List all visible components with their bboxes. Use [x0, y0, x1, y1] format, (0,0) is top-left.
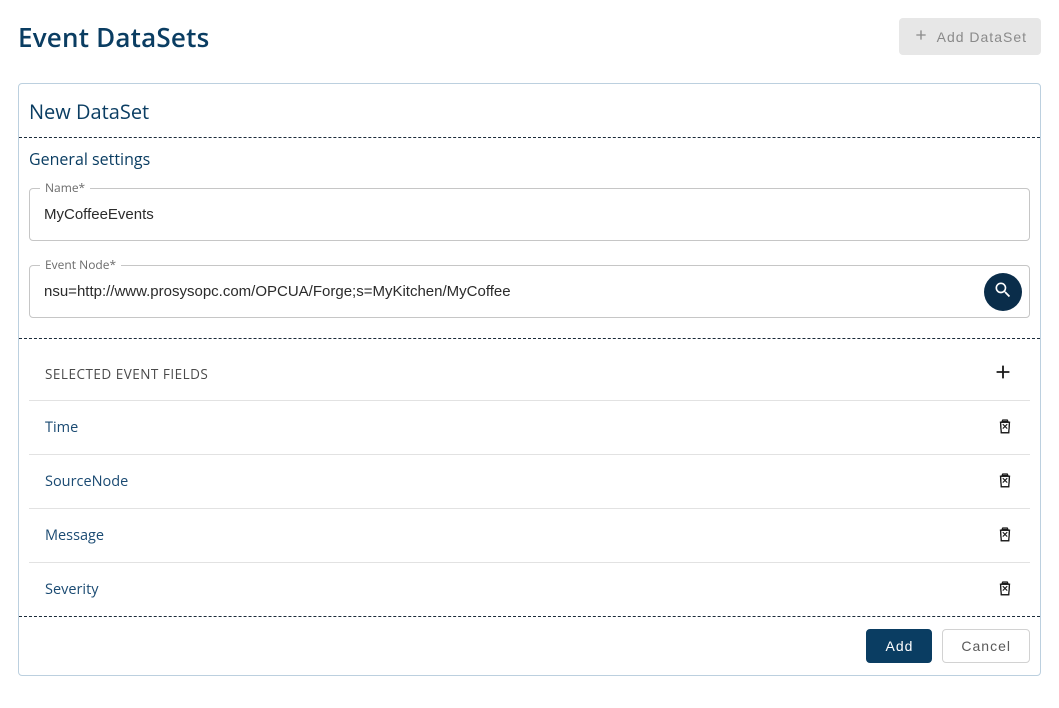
add-dataset-label: Add DataSet	[937, 29, 1027, 45]
plus-icon	[992, 361, 1014, 386]
name-field-wrapper: Name*	[29, 188, 1030, 241]
delete-field-button[interactable]	[996, 578, 1014, 601]
delete-field-button[interactable]	[996, 416, 1014, 439]
event-node-label: Event Node*	[40, 256, 121, 273]
event-field-row: SourceNode	[29, 455, 1030, 509]
trash-icon	[996, 416, 1014, 439]
name-input[interactable]	[29, 188, 1030, 241]
delete-field-button[interactable]	[996, 470, 1014, 493]
event-field-row: Severity	[29, 563, 1030, 616]
add-dataset-button[interactable]: Add DataSet	[899, 18, 1041, 55]
panel-title: New DataSet	[19, 84, 1040, 138]
event-field-row: Time	[29, 401, 1030, 455]
trash-icon	[996, 578, 1014, 601]
event-node-field-wrapper: Event Node*	[29, 265, 1030, 318]
event-field-name: Severity	[45, 580, 99, 599]
trash-icon	[996, 470, 1014, 493]
page-title: Event DataSets	[18, 19, 209, 55]
add-button[interactable]: Add	[866, 629, 932, 663]
name-label: Name*	[40, 179, 90, 196]
selected-event-fields-title: SELECTED EVENT FIELDS	[45, 365, 208, 383]
event-field-name: Time	[45, 418, 78, 437]
trash-icon	[996, 524, 1014, 547]
general-settings-section: General settings Name* Event Node*	[19, 138, 1040, 339]
event-field-name: Message	[45, 526, 104, 545]
panel-footer: Add Cancel	[19, 616, 1040, 675]
event-node-input[interactable]	[29, 265, 1030, 318]
browse-node-button[interactable]	[984, 273, 1022, 311]
new-dataset-panel: New DataSet General settings Name* Event…	[18, 83, 1041, 676]
event-field-name: SourceNode	[45, 472, 128, 491]
selected-event-fields-section: SELECTED EVENT FIELDS Time SourceNode	[19, 339, 1040, 616]
plus-icon	[913, 27, 929, 46]
search-icon	[993, 280, 1013, 303]
cancel-button[interactable]: Cancel	[942, 629, 1030, 663]
general-settings-title: General settings	[29, 148, 1030, 170]
delete-field-button[interactable]	[996, 524, 1014, 547]
event-field-row: Message	[29, 509, 1030, 563]
add-event-field-button[interactable]	[992, 361, 1014, 386]
